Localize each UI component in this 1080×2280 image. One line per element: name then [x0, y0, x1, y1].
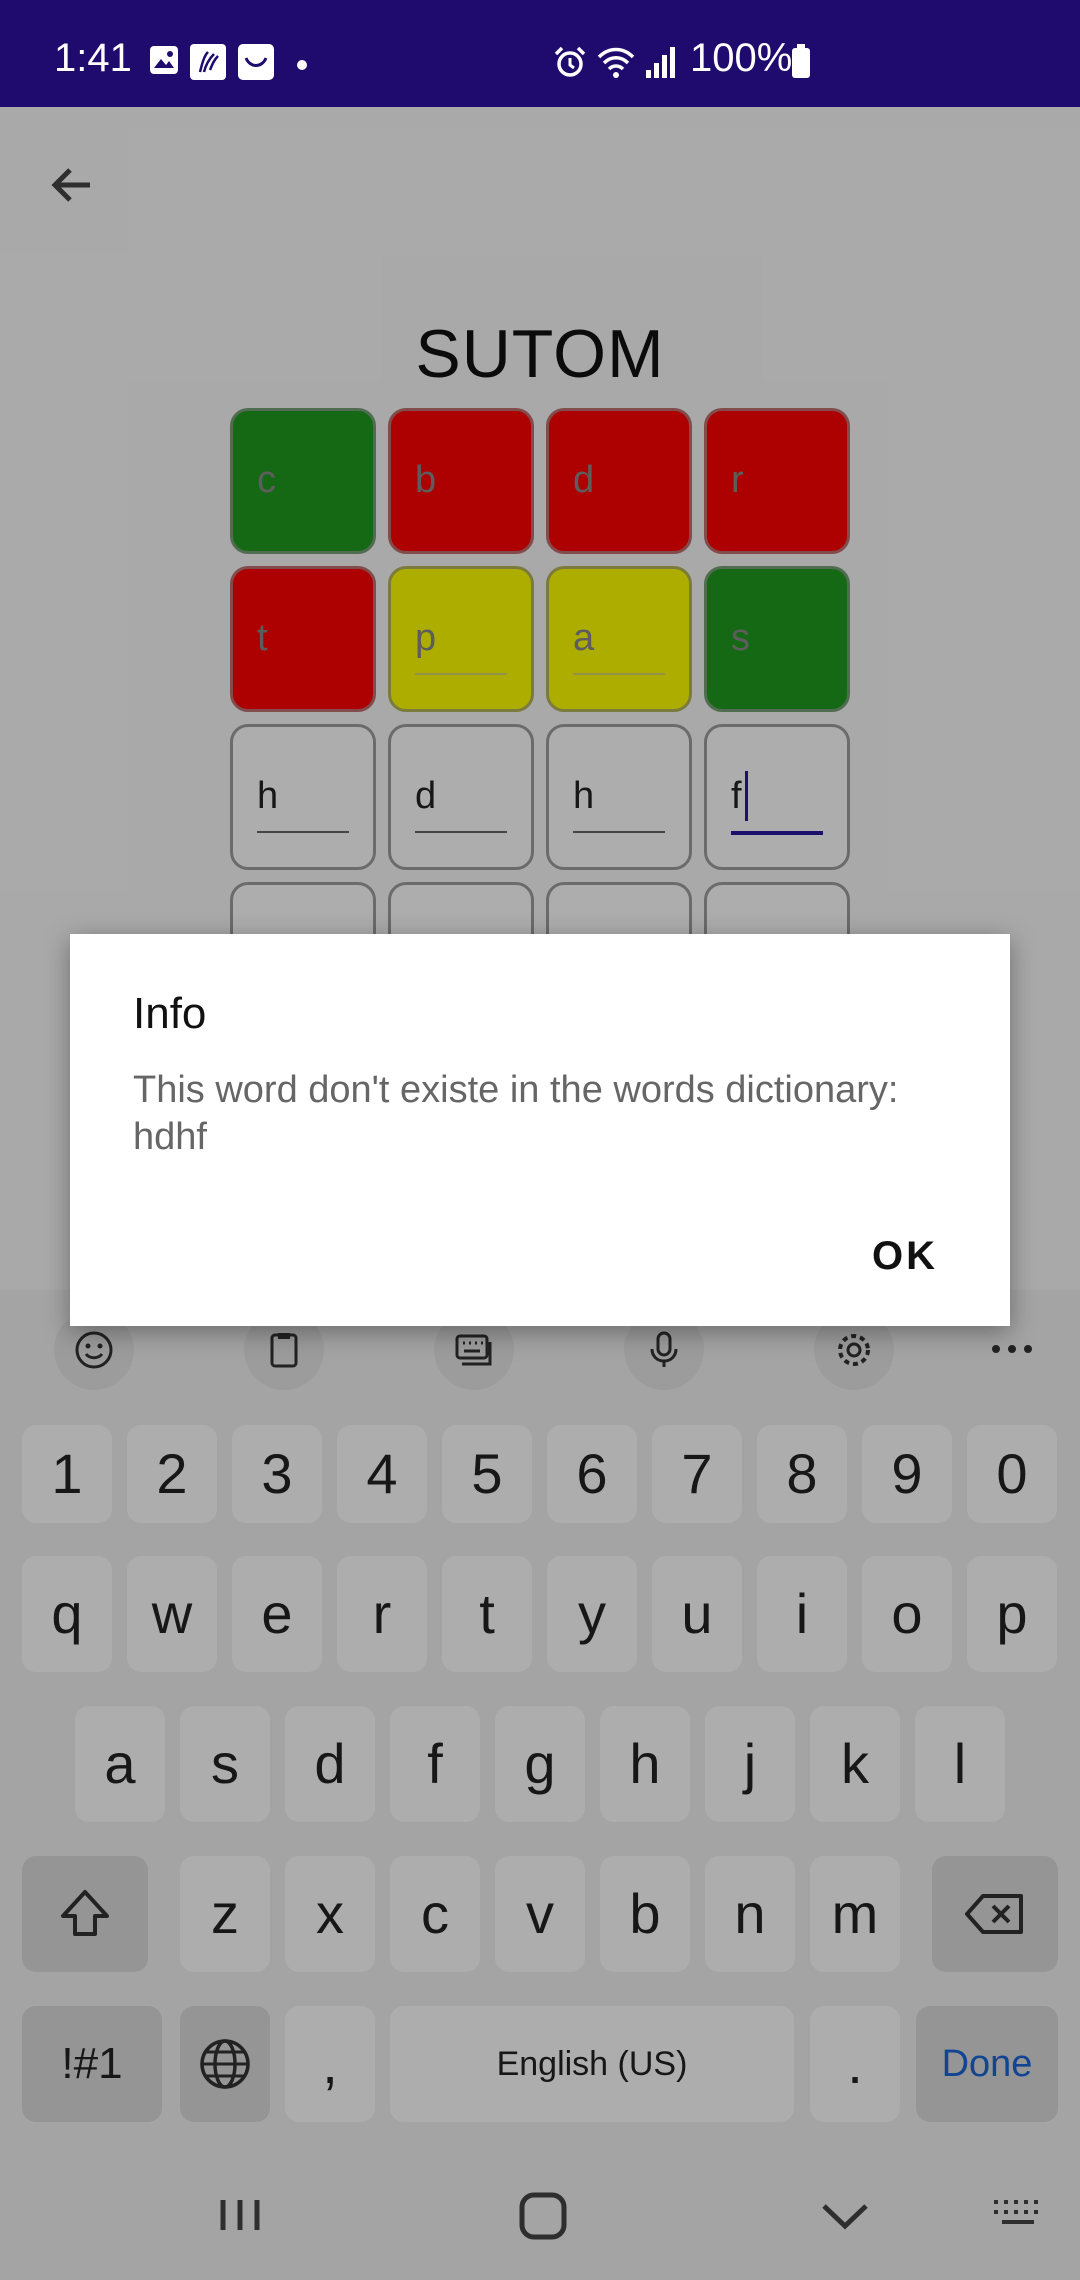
status-time: 1:41 [54, 36, 132, 80]
alarm-icon [552, 44, 588, 80]
gallery-icon [148, 44, 180, 80]
ok-button[interactable]: OK [872, 1234, 938, 1279]
wifi-icon [596, 44, 636, 80]
dialog-title: Info [133, 989, 207, 1038]
app-icon-2 [238, 44, 274, 80]
dialog-message: This word don't existe in the words dict… [133, 1069, 899, 1158]
app-icon [190, 44, 226, 80]
dot-icon [296, 58, 308, 94]
info-dialog: Info This word don't existe in the words… [70, 934, 1010, 1326]
battery-icon [790, 44, 812, 80]
battery-percentage: 100% [690, 36, 793, 80]
status-bar: 1:41 100% [0, 0, 1080, 107]
signal-icon [644, 44, 678, 80]
